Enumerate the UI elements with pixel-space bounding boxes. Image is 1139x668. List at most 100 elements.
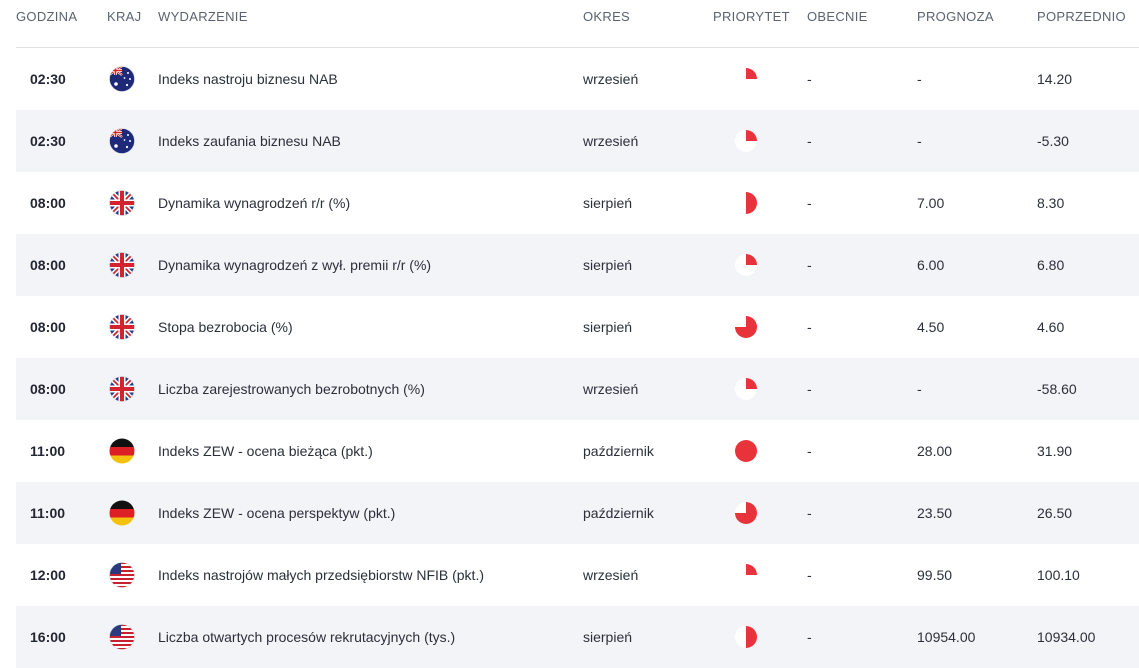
previous-value: 4.60 — [1037, 319, 1065, 335]
forecast-value: - — [917, 133, 922, 149]
header-country[interactable]: KRAJ — [107, 9, 141, 24]
table-row[interactable]: 11:00 Indeks ZEW - ocena perspektyw (pkt.… — [16, 482, 1139, 544]
forecast-value: 99.50 — [917, 567, 953, 583]
priority-pie-icon — [734, 191, 758, 215]
event-time: 08:00 — [30, 257, 66, 273]
priority-pie-icon — [734, 563, 758, 587]
previous-value: 14.20 — [1037, 71, 1073, 87]
event-period: październik — [583, 443, 654, 459]
event-period: sierpień — [583, 319, 633, 335]
priority-pie-icon — [734, 315, 758, 339]
australia-flag-icon — [109, 66, 135, 92]
event-name[interactable]: Dynamika wynagrodzeń r/r (%) — [158, 195, 350, 211]
event-name[interactable]: Liczba otwartych procesów rekrutacyjnych… — [158, 629, 455, 645]
economic-calendar-table: GODZINA KRAJ WYDARZENIE OKRES PRIORYTET … — [16, 0, 1139, 668]
actual-value: - — [807, 133, 812, 149]
actual-value: - — [807, 71, 812, 87]
uk-flag-icon — [109, 376, 135, 402]
previous-value: 100.10 — [1037, 567, 1080, 583]
event-name[interactable]: Indeks ZEW - ocena perspektyw (pkt.) — [158, 505, 395, 521]
forecast-value: 7.00 — [917, 195, 945, 211]
event-time: 11:00 — [30, 505, 66, 521]
priority-pie-icon — [734, 625, 758, 649]
event-time: 02:30 — [30, 133, 66, 149]
uk-flag-icon — [109, 314, 135, 340]
australia-flag-icon — [109, 128, 135, 154]
germany-flag-icon — [109, 438, 135, 464]
event-time: 08:00 — [30, 319, 66, 335]
header-time[interactable]: GODZINA — [16, 9, 77, 24]
header-previous[interactable]: POPRZEDNIO — [1037, 9, 1126, 24]
event-time: 08:00 — [30, 195, 66, 211]
event-period: sierpień — [583, 629, 633, 645]
event-period: wrzesień — [583, 133, 639, 149]
priority-pie-icon — [734, 67, 758, 91]
previous-value: 26.50 — [1037, 505, 1073, 521]
event-name[interactable]: Indeks nastroju biznesu NAB — [158, 71, 338, 87]
previous-value: 6.80 — [1037, 257, 1065, 273]
previous-value: 31.90 — [1037, 443, 1073, 459]
previous-value: 10934.00 — [1037, 629, 1096, 645]
header-event[interactable]: WYDARZENIE — [158, 9, 248, 24]
actual-value: - — [807, 319, 812, 335]
table-row[interactable]: 08:00 Stopa bezrobocia (%) sierpień - 4.50 4.… — [16, 296, 1139, 358]
actual-value: - — [807, 629, 812, 645]
table-row[interactable]: 16:00 Liczba otwartych procesów rekrutacy… — [16, 606, 1139, 668]
actual-value: - — [807, 195, 812, 211]
forecast-value: 4.50 — [917, 319, 945, 335]
event-name[interactable]: Indeks nastrojów małych przedsiębiorstw … — [158, 567, 484, 583]
event-period: wrzesień — [583, 381, 639, 397]
event-period: sierpień — [583, 257, 633, 273]
event-period: wrzesień — [583, 71, 639, 87]
forecast-value: 6.00 — [917, 257, 945, 273]
table-row[interactable]: 11:00 Indeks ZEW - ocena bieżąca (pkt.) pa… — [16, 420, 1139, 482]
event-time: 11:00 — [30, 443, 66, 459]
event-time: 08:00 — [30, 381, 66, 397]
event-time: 12:00 — [30, 567, 66, 583]
actual-value: - — [807, 257, 812, 273]
priority-pie-icon — [734, 501, 758, 525]
uk-flag-icon — [109, 190, 135, 216]
event-name[interactable]: Indeks zaufania biznesu NAB — [158, 133, 341, 149]
forecast-value: - — [917, 71, 922, 87]
event-name[interactable]: Stopa bezrobocia (%) — [158, 319, 293, 335]
table-row[interactable]: 08:00 Dynamika wynagrodzeń r/r (%) sierpie… — [16, 172, 1139, 234]
table-row[interactable]: 02:30 Indeks zaufania biznesu NAB wrzesień… — [16, 110, 1139, 172]
priority-pie-icon — [734, 439, 758, 463]
forecast-value: - — [917, 381, 922, 397]
priority-pie-icon — [734, 129, 758, 153]
previous-value: -58.60 — [1037, 381, 1077, 397]
usa-flag-icon — [109, 624, 135, 650]
event-period: sierpień — [583, 195, 633, 211]
table-row[interactable]: 02:30 Indeks nastroju biznesu NAB wrzesień… — [16, 48, 1139, 110]
table-row[interactable]: 08:00 Dynamika wynagrodzeń z wył. premii … — [16, 234, 1139, 296]
forecast-value: 23.50 — [917, 505, 953, 521]
header-period[interactable]: OKRES — [583, 9, 630, 24]
priority-pie-icon — [734, 253, 758, 277]
usa-flag-icon — [109, 562, 135, 588]
forecast-value: 10954.00 — [917, 629, 976, 645]
table-header: GODZINA KRAJ WYDARZENIE OKRES PRIORYTET … — [16, 0, 1139, 48]
table-body: 02:30 Indeks nastroju biznesu NAB wrzesień… — [16, 48, 1139, 668]
actual-value: - — [807, 505, 812, 521]
event-time: 02:30 — [30, 71, 66, 87]
table-row[interactable]: 08:00 Liczba zarejestrowanych bezrobotnyc… — [16, 358, 1139, 420]
event-time: 16:00 — [30, 629, 66, 645]
event-name[interactable]: Dynamika wynagrodzeń z wył. premii r/r (… — [158, 257, 431, 273]
forecast-value: 28.00 — [917, 443, 953, 459]
header-forecast[interactable]: PROGNOZA — [917, 9, 994, 24]
table-row[interactable]: 12:00 Indeks nastrojów małych przedsiębio… — [16, 544, 1139, 606]
event-name[interactable]: Indeks ZEW - ocena bieżąca (pkt.) — [158, 443, 373, 459]
actual-value: - — [807, 567, 812, 583]
actual-value: - — [807, 443, 812, 459]
actual-value: - — [807, 381, 812, 397]
header-priority[interactable]: PRIORYTET — [713, 9, 790, 24]
germany-flag-icon — [109, 500, 135, 526]
priority-pie-icon — [734, 377, 758, 401]
header-actual[interactable]: OBECNIE — [807, 9, 868, 24]
uk-flag-icon — [109, 252, 135, 278]
event-period: wrzesień — [583, 567, 639, 583]
previous-value: -5.30 — [1037, 133, 1069, 149]
event-name[interactable]: Liczba zarejestrowanych bezrobotnych (%) — [158, 381, 425, 397]
event-period: październik — [583, 505, 654, 521]
